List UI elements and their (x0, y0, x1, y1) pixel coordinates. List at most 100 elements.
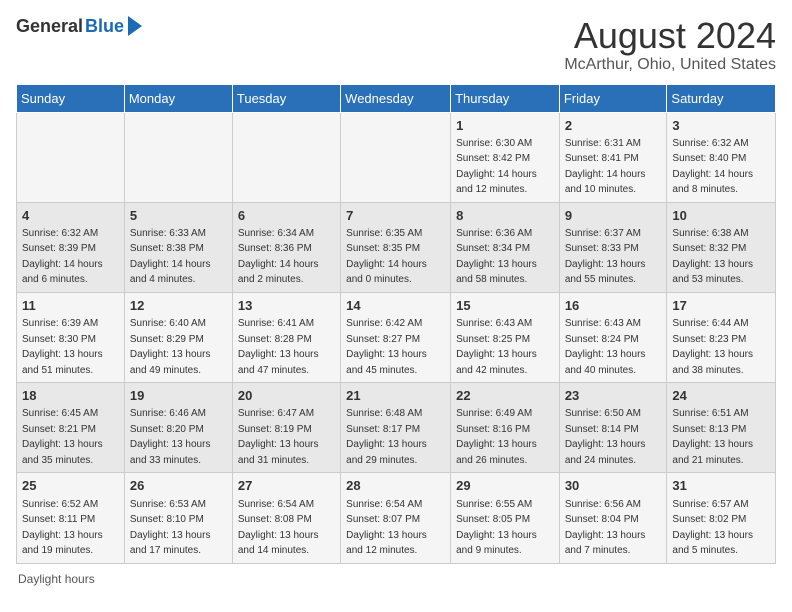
day-info: Sunrise: 6:49 AMSunset: 8:16 PMDaylight:… (456, 408, 537, 466)
day-number: 14 (346, 297, 445, 315)
day-number: 26 (130, 477, 227, 495)
weekday-header-row: SundayMondayTuesdayWednesdayThursdayFrid… (17, 84, 776, 112)
calendar-cell: 16 Sunrise: 6:43 AMSunset: 8:24 PMDayligh… (559, 292, 667, 382)
calendar-cell: 20Sunrise: 6:47 AMSunset: 8:19 PMDayligh… (232, 383, 340, 473)
day-info: Sunrise: 6:51 AMSunset: 8:13 PMDaylight:… (672, 408, 753, 466)
calendar-cell: 28 Sunrise: 6:54 AMSunset: 8:07 PMDayligh… (341, 473, 451, 563)
calendar-cell (341, 112, 451, 202)
calendar-cell: 19 Sunrise: 6:46 AMSunset: 8:20 PMDayligh… (124, 383, 232, 473)
day-info: Sunrise: 6:44 AMSunset: 8:23 PMDaylight:… (672, 318, 753, 376)
day-number: 22 (456, 387, 554, 405)
day-info: Sunrise: 6:35 AMSunset: 8:35 PMDaylight:… (346, 228, 427, 286)
calendar-cell: 24Sunrise: 6:51 AMSunset: 8:13 PMDayligh… (667, 383, 776, 473)
day-number: 11 (22, 297, 119, 315)
calendar-cell: 15 Sunrise: 6:43 AMSunset: 8:25 PMDayligh… (451, 292, 560, 382)
day-number: 18 (22, 387, 119, 405)
day-number: 16 (565, 297, 662, 315)
calendar-week-4: 18 Sunrise: 6:45 AMSunset: 8:21 PMDayligh… (17, 383, 776, 473)
day-number: 30 (565, 477, 662, 495)
day-number: 13 (238, 297, 335, 315)
calendar-cell (17, 112, 125, 202)
page: General Blue August 2024 McArthur, Ohio,… (0, 0, 792, 596)
day-info: Sunrise: 6:37 AMSunset: 8:33 PMDaylight:… (565, 228, 646, 286)
calendar-cell: 5 Sunrise: 6:33 AMSunset: 8:38 PMDaylight… (124, 202, 232, 292)
weekday-header-tuesday: Tuesday (232, 84, 340, 112)
day-info: Sunrise: 6:54 AMSunset: 8:07 PMDaylight:… (346, 499, 427, 557)
calendar-cell: 17 Sunrise: 6:44 AMSunset: 8:23 PMDayligh… (667, 292, 776, 382)
day-number: 31 (672, 477, 770, 495)
day-info: Sunrise: 6:36 AMSunset: 8:34 PMDaylight:… (456, 228, 537, 286)
calendar-cell: 8 Sunrise: 6:36 AMSunset: 8:34 PMDaylight… (451, 202, 560, 292)
calendar-cell: 7 Sunrise: 6:35 AMSunset: 8:35 PMDaylight… (341, 202, 451, 292)
day-info: Sunrise: 6:48 AMSunset: 8:17 PMDaylight:… (346, 408, 427, 466)
calendar-title: August 2024 (564, 16, 776, 56)
calendar-cell: 14 Sunrise: 6:42 AMSunset: 8:27 PMDayligh… (341, 292, 451, 382)
calendar-cell: 30Sunrise: 6:56 AMSunset: 8:04 PMDayligh… (559, 473, 667, 563)
day-info: Sunrise: 6:46 AMSunset: 8:20 PMDaylight:… (130, 408, 211, 466)
calendar-cell: 31 Sunrise: 6:57 AMSunset: 8:02 PMDayligh… (667, 473, 776, 563)
day-number: 20 (238, 387, 335, 405)
calendar-cell: 11 Sunrise: 6:39 AMSunset: 8:30 PMDayligh… (17, 292, 125, 382)
day-info: Sunrise: 6:34 AMSunset: 8:36 PMDaylight:… (238, 228, 319, 286)
logo: General Blue (16, 16, 142, 37)
day-number: 19 (130, 387, 227, 405)
day-number: 8 (456, 207, 554, 225)
weekday-header-monday: Monday (124, 84, 232, 112)
calendar-cell: 12 Sunrise: 6:40 AMSunset: 8:29 PMDayligh… (124, 292, 232, 382)
calendar-cell: 23 Sunrise: 6:50 AMSunset: 8:14 PMDayligh… (559, 383, 667, 473)
calendar-week-3: 11 Sunrise: 6:39 AMSunset: 8:30 PMDayligh… (17, 292, 776, 382)
day-number: 6 (238, 207, 335, 225)
day-number: 28 (346, 477, 445, 495)
day-number: 5 (130, 207, 227, 225)
day-info: Sunrise: 6:40 AMSunset: 8:29 PMDaylight:… (130, 318, 211, 376)
weekday-header-sunday: Sunday (17, 84, 125, 112)
day-info: Sunrise: 6:43 AMSunset: 8:24 PMDaylight:… (565, 318, 646, 376)
day-info: Sunrise: 6:45 AMSunset: 8:21 PMDaylight:… (22, 408, 103, 466)
title-block: August 2024 McArthur, Ohio, United State… (564, 16, 776, 74)
calendar-week-2: 4Sunrise: 6:32 AMSunset: 8:39 PMDaylight… (17, 202, 776, 292)
calendar-cell: 2Sunrise: 6:31 AMSunset: 8:41 PMDaylight… (559, 112, 667, 202)
calendar-subtitle: McArthur, Ohio, United States (564, 56, 776, 74)
day-number: 21 (346, 387, 445, 405)
day-number: 12 (130, 297, 227, 315)
day-info: Sunrise: 6:39 AMSunset: 8:30 PMDaylight:… (22, 318, 103, 376)
logo-arrow-icon (128, 16, 142, 36)
day-info: Sunrise: 6:54 AMSunset: 8:08 PMDaylight:… (238, 499, 319, 557)
day-info: Sunrise: 6:41 AMSunset: 8:28 PMDaylight:… (238, 318, 319, 376)
day-info: Sunrise: 6:33 AMSunset: 8:38 PMDaylight:… (130, 228, 211, 286)
day-info: Sunrise: 6:30 AMSunset: 8:42 PMDaylight:… (456, 138, 537, 196)
calendar-cell: 29Sunrise: 6:55 AMSunset: 8:05 PMDayligh… (451, 473, 560, 563)
calendar-cell: 22 Sunrise: 6:49 AMSunset: 8:16 PMDayligh… (451, 383, 560, 473)
day-number: 17 (672, 297, 770, 315)
day-info: Sunrise: 6:55 AMSunset: 8:05 PMDaylight:… (456, 499, 537, 557)
day-number: 23 (565, 387, 662, 405)
header: General Blue August 2024 McArthur, Ohio,… (16, 16, 776, 74)
day-number: 27 (238, 477, 335, 495)
day-info: Sunrise: 6:50 AMSunset: 8:14 PMDaylight:… (565, 408, 646, 466)
day-number: 2 (565, 117, 662, 135)
logo-blue-text: Blue (85, 16, 124, 37)
day-info: Sunrise: 6:32 AMSunset: 8:39 PMDaylight:… (22, 228, 103, 286)
calendar-week-1: 1Sunrise: 6:30 AMSunset: 8:42 PMDaylight… (17, 112, 776, 202)
day-info: Sunrise: 6:52 AMSunset: 8:11 PMDaylight:… (22, 499, 103, 557)
calendar-week-5: 25 Sunrise: 6:52 AMSunset: 8:11 PMDayligh… (17, 473, 776, 563)
day-number: 25 (22, 477, 119, 495)
day-number: 7 (346, 207, 445, 225)
calendar-cell: 1Sunrise: 6:30 AMSunset: 8:42 PMDaylight… (451, 112, 560, 202)
day-info: Sunrise: 6:57 AMSunset: 8:02 PMDaylight:… (672, 499, 753, 557)
calendar-cell: 13 Sunrise: 6:41 AMSunset: 8:28 PMDayligh… (232, 292, 340, 382)
calendar-cell (124, 112, 232, 202)
day-info: Sunrise: 6:38 AMSunset: 8:32 PMDaylight:… (672, 228, 753, 286)
calendar-cell: 26 Sunrise: 6:53 AMSunset: 8:10 PMDayligh… (124, 473, 232, 563)
day-info: Sunrise: 6:43 AMSunset: 8:25 PMDaylight:… (456, 318, 537, 376)
day-info: Sunrise: 6:53 AMSunset: 8:10 PMDaylight:… (130, 499, 211, 557)
calendar-body: 1Sunrise: 6:30 AMSunset: 8:42 PMDaylight… (17, 112, 776, 563)
day-info: Sunrise: 6:42 AMSunset: 8:27 PMDaylight:… (346, 318, 427, 376)
day-number: 15 (456, 297, 554, 315)
calendar-cell: 21 Sunrise: 6:48 AMSunset: 8:17 PMDayligh… (341, 383, 451, 473)
weekday-header-thursday: Thursday (451, 84, 560, 112)
day-number: 9 (565, 207, 662, 225)
day-info: Sunrise: 6:32 AMSunset: 8:40 PMDaylight:… (672, 138, 753, 196)
footer: Daylight hours (16, 572, 776, 586)
day-number: 10 (672, 207, 770, 225)
